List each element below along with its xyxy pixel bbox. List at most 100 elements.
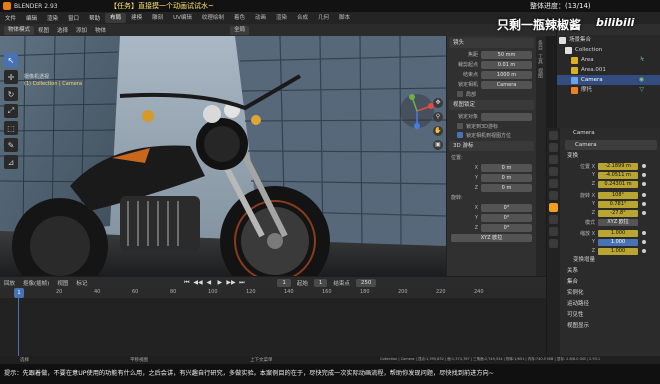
menu-help[interactable]: 帮助 (84, 14, 105, 22)
current-frame-field[interactable]: 1 (277, 278, 291, 287)
outliner-item-area[interactable]: Area Ϟ (557, 55, 660, 65)
pan-view-icon[interactable]: ✥ (433, 98, 443, 108)
tab-uv-editing[interactable]: UV编辑 (168, 13, 197, 23)
rotation-mode-dropdown[interactable]: XYZ 欧拉 (451, 233, 532, 242)
keyframe-dot-icon[interactable] (642, 173, 646, 177)
keyframe-dot-icon[interactable] (642, 193, 646, 197)
mode-dropdown[interactable]: 物体模式 (4, 25, 35, 35)
rotation-mode-dropdown[interactable]: XYZ 欧拉 (598, 218, 638, 226)
cursor-rot-x-field[interactable]: 0° (481, 203, 532, 212)
object-name-field[interactable]: Camera (565, 140, 657, 150)
menu-file[interactable]: 文件 (0, 14, 21, 22)
camera-view-icon[interactable]: ▣ (433, 140, 443, 150)
clip-end-field[interactable]: 1000 m (481, 70, 532, 79)
lock-object-field[interactable] (481, 112, 532, 121)
jump-end-icon[interactable]: ⏭ (237, 278, 246, 287)
keyframe-dot-icon[interactable] (642, 211, 646, 215)
prev-keyframe-icon[interactable]: ◀◀ (193, 278, 202, 287)
object-data-tab-icon[interactable] (549, 239, 558, 248)
render-tab-icon[interactable] (549, 143, 558, 152)
scale-z-field[interactable]: 1.000 (598, 247, 638, 255)
location-z-field[interactable]: 0.24301 m (598, 180, 638, 188)
location-y-field[interactable]: -4.0511 m (598, 171, 638, 179)
playhead[interactable] (18, 298, 19, 356)
motion-paths-section[interactable]: 运动路径 (561, 300, 660, 309)
tab-modeling[interactable]: 建模 (126, 13, 147, 23)
delta-transform-section[interactable]: 变换增量 (561, 256, 660, 265)
measure-tool-icon[interactable]: ⊿ (4, 155, 18, 169)
view-lock-section[interactable]: 视图锁定 (449, 100, 534, 110)
local-camera-checkbox[interactable]: 局部 (457, 90, 526, 98)
tab-scripting[interactable]: 脚本 (334, 13, 355, 23)
clip-start-field[interactable]: 0.01 m (481, 60, 532, 69)
viewport-menu-select[interactable]: 选择 (53, 26, 72, 34)
move-tool-icon[interactable]: ✛ (4, 70, 18, 84)
3d-cursor-section[interactable]: 3D 游标 (449, 141, 534, 151)
physics-tab-icon[interactable] (549, 215, 558, 224)
output-tab-icon[interactable] (549, 155, 558, 164)
world-tab-icon[interactable] (549, 191, 558, 200)
tab-sculpting[interactable]: 雕刻 (147, 13, 168, 23)
viewport-menu-object[interactable]: 物体 (91, 26, 110, 34)
scale-x-field[interactable]: 1.000 (598, 229, 638, 237)
lens-section[interactable]: 镜头 (449, 38, 534, 48)
scale-y-field[interactable]: 1.000 (598, 238, 638, 246)
focal-length-field[interactable]: 50 mm (481, 50, 532, 59)
jump-start-icon[interactable]: ⏮ (182, 278, 191, 287)
transform-tool-icon[interactable]: ⬚ (4, 121, 18, 135)
tab-tool[interactable]: 工具 (537, 54, 544, 64)
tool-tab-icon[interactable] (549, 131, 558, 140)
start-frame-field[interactable]: 1 (313, 278, 328, 287)
modifier-icon[interactable]: ▽ (639, 85, 644, 95)
hand-icon[interactable]: ✋ (433, 126, 443, 136)
transform-section[interactable]: 变换 (561, 152, 660, 161)
rotate-tool-icon[interactable]: ↻ (4, 87, 18, 101)
rotation-z-field[interactable]: -27.8° (598, 209, 638, 217)
tab-shading[interactable]: 着色 (229, 13, 250, 23)
outliner-item-camera[interactable]: Camera ◉ (557, 75, 660, 85)
cursor-loc-z-field[interactable]: 0 m (481, 183, 532, 192)
keyframe-dot-icon[interactable] (642, 164, 646, 168)
instancing-section[interactable]: 实例化 (561, 289, 660, 298)
keyframe-dot-icon[interactable] (642, 182, 646, 186)
cursor-rot-y-field[interactable]: 0° (481, 213, 532, 222)
menu-edit[interactable]: 编辑 (21, 14, 42, 22)
viewport-display-section[interactable]: 视图显示 (561, 322, 660, 331)
outliner-item-collection[interactable]: Collection (557, 45, 660, 55)
timeline-menu-marker[interactable]: 标记 (72, 279, 91, 287)
tab-texture-paint[interactable]: 纹理绘制 (197, 13, 229, 23)
cursor-loc-x-field[interactable]: 0 m (481, 163, 532, 172)
viewport-menu-add[interactable]: 添加 (72, 26, 91, 34)
light-data-icon[interactable]: Ϟ (640, 55, 644, 65)
play-reverse-icon[interactable]: ◀ (204, 278, 213, 287)
annotate-tool-icon[interactable]: ✎ (4, 138, 18, 152)
tab-geometry[interactable]: 几何 (313, 13, 334, 23)
menu-window[interactable]: 窗口 (63, 14, 84, 22)
tab-view[interactable]: 视图 (537, 68, 544, 78)
menu-render[interactable]: 渲染 (42, 14, 63, 22)
end-frame-field[interactable]: 250 (355, 278, 377, 287)
3d-viewport[interactable]: 摄像机透视 (1) Collection | Camera ✥ ⚲ ✋ ▣ (0, 36, 446, 276)
keyframe-dot-icon[interactable] (642, 202, 646, 206)
timeline-menu-keying[interactable]: 抠像(插帧) (19, 279, 53, 287)
location-x-field[interactable]: -2.1899 m (598, 162, 638, 170)
next-keyframe-icon[interactable]: ▶▶ (226, 278, 235, 287)
current-frame-marker[interactable]: 1 (14, 288, 24, 298)
tab-item[interactable]: 条目 (537, 40, 544, 50)
navigation-gizmo[interactable] (398, 92, 436, 130)
select-tool-icon[interactable]: ↖ (4, 53, 18, 67)
scale-tool-icon[interactable]: ⤢ (4, 104, 18, 118)
keyframe-dot-icon[interactable] (642, 249, 646, 253)
frame-ruler[interactable]: 0 20 40 60 80 100 120 140 160 180 200 22… (0, 288, 546, 298)
outliner-item-area-001[interactable]: Area.001 (557, 65, 660, 75)
timeline[interactable]: 0 20 40 60 80 100 120 140 160 180 200 22… (0, 288, 546, 356)
tab-compositing[interactable]: 合成 (292, 13, 313, 23)
tab-rendering[interactable]: 渲染 (271, 13, 292, 23)
collections-section[interactable]: 集合 (561, 278, 660, 287)
visibility-section[interactable]: 可见性 (561, 311, 660, 320)
lock-camera-field[interactable]: Camera (481, 80, 532, 89)
keyframe-dot-icon[interactable] (642, 231, 646, 235)
play-icon[interactable]: ▶ (215, 278, 224, 287)
relations-section[interactable]: 关系 (561, 267, 660, 276)
scene-tab-icon[interactable] (549, 179, 558, 188)
